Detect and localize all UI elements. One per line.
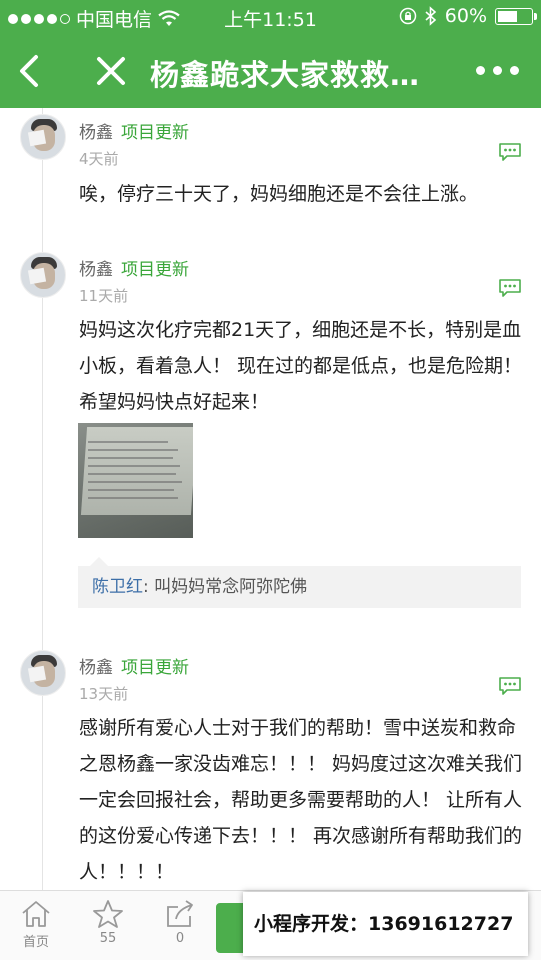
comment-icon[interactable] <box>498 142 522 162</box>
home-icon <box>22 901 50 927</box>
close-icon[interactable] <box>92 52 130 90</box>
star-icon <box>93 900 123 928</box>
back-icon[interactable] <box>14 51 50 91</box>
post-time: 13天前 <box>79 685 129 703</box>
share-icon <box>167 900 193 927</box>
post-tag: 项目更新 <box>121 658 189 678</box>
more-dots-icon[interactable] <box>476 66 519 75</box>
comment-icon[interactable] <box>498 676 522 696</box>
post-author: 杨鑫 项目更新 <box>79 255 189 280</box>
post-text: 妈妈这次化疗完都21天了，细胞还是不长，特别是血小板，看着急人！ 现在过的都是低… <box>79 319 523 413</box>
battery-icon <box>495 7 537 25</box>
avatar[interactable] <box>20 252 66 298</box>
author-name: 杨鑫 <box>79 260 113 280</box>
timeline-line <box>42 108 43 890</box>
post-author: 杨鑫 项目更新 <box>79 653 189 678</box>
post-time: 11天前 <box>79 287 129 305</box>
reply-author[interactable]: 陈卫红 <box>92 577 143 597</box>
update-feed[interactable]: 杨鑫 项目更新 4天前 唉，停疗三十天了，妈妈细胞还是不会往上涨。 杨鑫 项目更新 … <box>0 108 541 890</box>
tab-home[interactable]: 首页 <box>6 899 66 950</box>
comment-icon[interactable] <box>498 278 522 298</box>
bluetooth-icon <box>425 6 436 26</box>
post-text: 唉，停疗三十天了，妈妈细胞还是不会往上涨。 <box>79 183 479 205</box>
status-bar: 中国电信 上午11:51 60% <box>0 0 541 34</box>
tab-like[interactable]: 55 <box>78 899 138 946</box>
rotation-lock-icon <box>399 7 417 25</box>
post-author: 杨鑫 项目更新 <box>79 118 189 143</box>
tab-home-label: 首页 <box>22 935 49 950</box>
nav-bar: 杨鑫跪求大家救救… <box>0 34 541 108</box>
tab-share[interactable]: 0 <box>150 899 210 946</box>
like-count: 55 <box>99 931 117 946</box>
reply-text: : 叫妈妈常念阿弥陀佛 <box>143 577 308 597</box>
post-tag: 项目更新 <box>121 260 189 280</box>
comment-reply[interactable]: 陈卫红: 叫妈妈常念阿弥陀佛 <box>78 557 521 608</box>
author-name: 杨鑫 <box>79 123 113 143</box>
post-tag: 项目更新 <box>121 123 189 143</box>
status-right: 60% <box>399 5 537 27</box>
page-title: 杨鑫跪求大家救救… <box>150 58 421 92</box>
avatar[interactable] <box>20 114 66 160</box>
battery-percent: 60% <box>444 5 487 27</box>
post-time: 4天前 <box>79 150 119 168</box>
battery-fill <box>498 10 518 22</box>
share-count: 0 <box>175 931 185 946</box>
author-name: 杨鑫 <box>79 658 113 678</box>
post-text: 感谢所有爱心人士对于我们的帮助！雪中送炭和救命之恩杨鑫一家没齿难忘！！！ 妈妈度… <box>79 717 523 883</box>
avatar[interactable] <box>20 650 66 696</box>
post-image[interactable] <box>78 423 193 538</box>
promo-banner: 小程序开发：13691612727 <box>243 892 528 956</box>
